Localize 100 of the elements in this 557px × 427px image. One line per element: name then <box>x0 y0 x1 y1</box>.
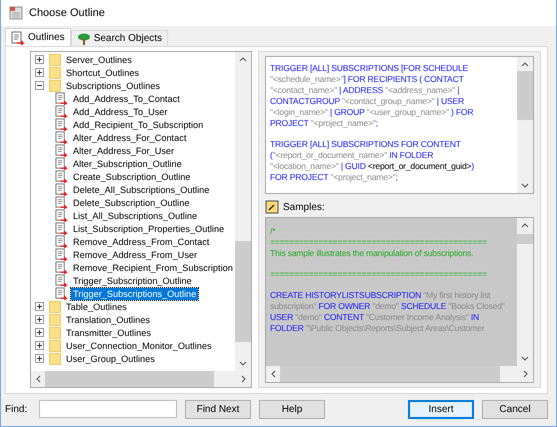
code-line: subscription" FOR OWNER "demo" SCHEDULE "Books Closed" <box>270 301 506 312</box>
document-icon <box>55 144 68 157</box>
vertical-scrollbar[interactable] <box>517 57 533 193</box>
scroll-down-icon[interactable] <box>239 361 247 366</box>
scroll-left-icon[interactable] <box>271 370 276 378</box>
folder-icon <box>49 66 61 79</box>
folder-icon <box>49 300 61 313</box>
tree-item[interactable]: Alter_Subscription_Outline <box>71 158 184 170</box>
tree-item[interactable]: Create_Subscription_Outline <box>71 170 192 182</box>
code-line: TRIGGER [ALL] SUBSCRIPTIONS [FOR SCHEDULE <box>270 63 470 74</box>
document-icon <box>55 131 68 144</box>
folder-icon <box>49 339 61 352</box>
expander-icon[interactable] <box>35 302 44 311</box>
horizontal-scrollbar[interactable] <box>266 366 533 382</box>
document-icon <box>55 183 68 196</box>
tree-item[interactable]: User_Connection_Monitor_Outlines <box>64 340 214 352</box>
scroll-thumb[interactable] <box>235 240 251 342</box>
expander-icon[interactable] <box>35 328 44 337</box>
document-icon <box>55 157 68 170</box>
tree-item[interactable]: Server_Outlines <box>64 54 134 66</box>
scroll-left-icon[interactable] <box>36 375 41 383</box>
vertical-scrollbar[interactable] <box>235 52 251 371</box>
tree-item[interactable]: User_Group_Outlines <box>64 352 157 364</box>
find-label: Find: <box>5 404 28 414</box>
expander-icon[interactable] <box>35 55 44 64</box>
tab[interactable]: Outlines <box>5 28 71 46</box>
scroll-up-icon[interactable] <box>239 57 247 62</box>
tree-item[interactable]: Shortcut_Outlines <box>64 66 142 78</box>
samples-label: Samples: <box>283 202 325 212</box>
scroll-right-icon[interactable] <box>523 370 528 378</box>
dialog-button[interactable]: Find Next <box>185 400 251 418</box>
scroll-right-icon[interactable] <box>241 375 246 383</box>
document-icon <box>55 209 68 222</box>
scroll-down-icon[interactable] <box>521 183 529 188</box>
note-icon <box>265 200 279 214</box>
document-icon <box>55 92 68 105</box>
tree-item[interactable]: Add_Address_To_Contact <box>71 92 182 104</box>
scroll-up-icon[interactable] <box>521 62 529 67</box>
document-icon <box>55 274 68 287</box>
tree-item[interactable]: Translation_Outlines <box>64 314 152 326</box>
folder-icon <box>49 326 61 339</box>
scroll-thumb[interactable] <box>517 234 533 244</box>
tree-item[interactable]: Remove_Recipient_From_Subscription <box>71 262 235 274</box>
tree-item[interactable]: Alter_Address_For_Contact <box>71 132 188 144</box>
code-line: FOR PROJECT "<project_name>"; <box>270 172 399 183</box>
tree-icon <box>76 32 91 46</box>
tree-item[interactable]: Alter_Address_For_User <box>71 144 176 156</box>
document-icon <box>55 170 68 183</box>
tree-item[interactable]: List_All_Subscriptions_Outline <box>71 210 200 222</box>
folder-icon <box>49 53 61 66</box>
document-icon <box>55 235 68 248</box>
window-title: Choose Outline <box>29 7 105 19</box>
vertical-scrollbar[interactable] <box>517 218 533 366</box>
find-field[interactable] <box>39 400 177 418</box>
folder-icon <box>49 352 61 365</box>
document-icon <box>55 287 68 300</box>
code-line: USER "demo" CONTENT "Customer Income Analysis" IN <box>270 312 480 323</box>
code-line: FOLDER "\Public Objects\Reports\Subject Areas\Customer <box>270 323 486 334</box>
expander-icon[interactable] <box>35 81 44 90</box>
scroll-thumb[interactable] <box>517 71 533 120</box>
cancel-button[interactable]: Cancel <box>482 400 548 418</box>
tree-item[interactable]: Delete_All_Subscriptions_Outline <box>71 184 212 196</box>
code-line: "<location_name>" | GUID <report_or_document_guid>) <box>270 161 476 172</box>
document-icon <box>55 105 68 118</box>
tree-item[interactable]: Trigger_Subscriptions_Outline <box>71 288 198 300</box>
code-line: ("<report_or_document_name>" IN FOLDER <box>270 150 434 161</box>
dialog-button[interactable]: Help <box>259 400 325 418</box>
scroll-thumb[interactable] <box>45 371 214 387</box>
insert-button[interactable]: Insert <box>408 400 474 418</box>
tree-item[interactable]: Add_Address_To_User <box>71 106 170 118</box>
code-line: This sample illustrates the manipulation of subscriptions. <box>270 248 474 259</box>
tab[interactable]: Search Objects <box>70 30 168 46</box>
horizontal-scrollbar[interactable] <box>31 371 251 387</box>
tree-item[interactable]: Delete_Subscription_Outline <box>71 196 192 208</box>
tree-item[interactable]: Remove_Address_From_User <box>71 248 200 260</box>
expander-icon[interactable] <box>35 315 44 324</box>
app-icon <box>9 6 23 20</box>
expander-icon[interactable] <box>35 341 44 350</box>
tree-item[interactable]: Transmitter_Outlines <box>64 326 153 338</box>
scroll-thumb[interactable] <box>280 366 500 382</box>
document-icon <box>55 196 68 209</box>
code-line: /* <box>270 226 276 237</box>
code-line: "<contact_name>" | ADDRESS "<address_name>" | <box>270 85 460 96</box>
tree-item[interactable]: List_Subscription_Properties_Outline <box>71 222 226 234</box>
code-line: PROJECT "<project_name>"; <box>270 118 379 129</box>
tree-item[interactable]: Trigger_Subscription_Outline <box>71 274 194 286</box>
scroll-down-icon[interactable] <box>521 356 529 361</box>
tree-item[interactable]: Subscriptions_Outlines <box>64 80 162 92</box>
scroll-up-icon[interactable] <box>521 223 529 228</box>
document-icon <box>55 261 68 274</box>
document-icon <box>55 248 68 261</box>
tree-item[interactable]: Remove_Address_From_Contact <box>71 236 212 248</box>
document-icon <box>55 118 68 131</box>
tree-item[interactable]: Add_Recipient_To_Subscription <box>71 118 206 130</box>
code-line: TRIGGER [ALL] SUBSCRIPTIONS FOR CONTENT <box>270 139 462 150</box>
folder-icon <box>49 79 61 92</box>
tree-item[interactable]: Table_Outlines <box>64 300 129 312</box>
expander-icon[interactable] <box>35 68 44 77</box>
expander-icon[interactable] <box>35 354 44 363</box>
document-icon <box>55 222 68 235</box>
